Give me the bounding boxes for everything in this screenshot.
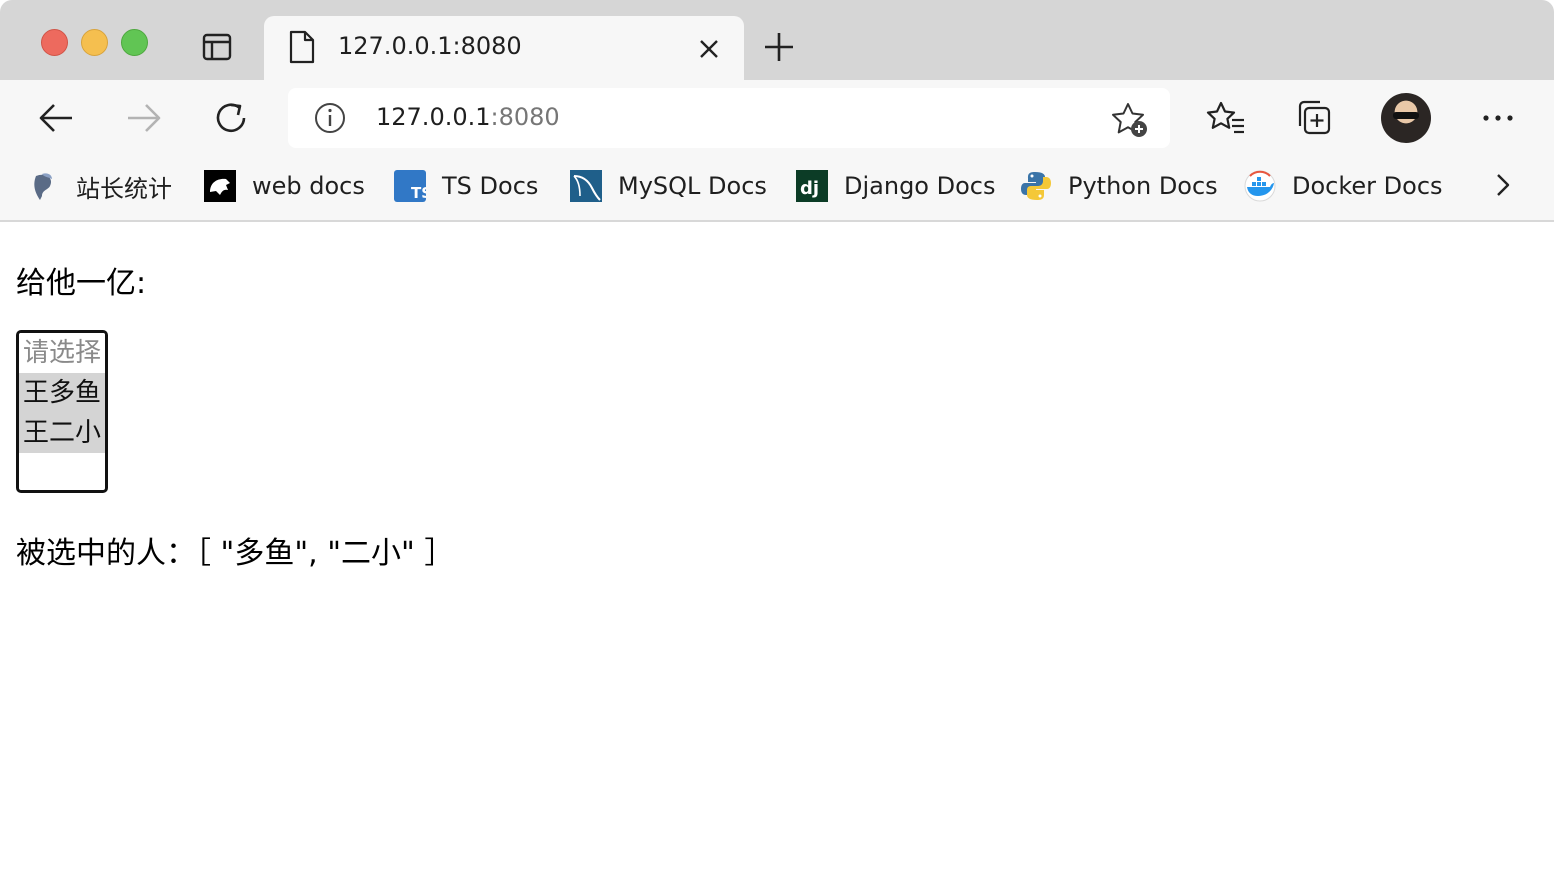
bookmark-label: MySQL Docs: [618, 172, 767, 200]
collections-icon[interactable]: [1292, 96, 1336, 140]
url-port: :8080: [490, 103, 560, 131]
close-window-button[interactable]: [41, 29, 68, 56]
cnzz-icon: [34, 173, 52, 200]
new-tab-button[interactable]: [760, 28, 798, 66]
bookmark-label: web docs: [252, 172, 365, 200]
bookmark-label: TS Docs: [442, 172, 539, 200]
more-options-icon[interactable]: [1476, 96, 1520, 140]
profile-avatar[interactable]: [1381, 93, 1431, 143]
tab-title: 127.0.0.1:8080: [338, 32, 522, 60]
select-option-wang-duoyu[interactable]: 王多鱼: [19, 373, 105, 413]
navigation-toolbar: 127.0.0.1:8080: [0, 80, 1554, 156]
close-tab-icon[interactable]: [696, 36, 722, 62]
minimize-window-button[interactable]: [81, 29, 108, 56]
bookmark-django-docs[interactable]: dj Django Docs: [796, 168, 995, 204]
bookmark-mysql-docs[interactable]: MySQL Docs: [570, 168, 767, 204]
favorites-icon[interactable]: [1204, 96, 1248, 140]
person-multi-select[interactable]: 请选择 王多鱼 王二小: [16, 330, 108, 493]
django-icon: dj: [796, 170, 828, 202]
bookmark-python-docs[interactable]: Python Docs: [1020, 168, 1218, 204]
bookmark-ts-docs[interactable]: TS TS Docs: [394, 168, 538, 204]
mysql-icon: [570, 170, 602, 202]
url-text[interactable]: 127.0.0.1:8080: [376, 103, 560, 131]
bookmark-label: Python Docs: [1068, 172, 1218, 200]
svg-text:dj: dj: [800, 178, 819, 199]
svg-text:TS: TS: [411, 184, 426, 202]
mdn-icon: [204, 170, 236, 202]
active-tab[interactable]: 127.0.0.1:8080: [264, 16, 744, 80]
refresh-button[interactable]: [210, 96, 254, 140]
bookmark-label: Django Docs: [844, 172, 996, 200]
bookmark-cnzz[interactable]: 站长统计: [28, 168, 172, 204]
page-icon: [288, 30, 316, 64]
docker-icon: [1244, 170, 1276, 202]
browser-window: 127.0.0.1:8080 127.0.0.1:8080 站长统计 web d…: [0, 0, 1554, 872]
back-button[interactable]: [34, 96, 78, 140]
forward-button[interactable]: [122, 96, 166, 140]
prompt-label: 给他一亿:: [16, 266, 147, 301]
bookmarks-bar: 站长统计 web docs TS TS Docs MySQL Docs: [0, 156, 1554, 222]
url-host: 127.0.0.1: [376, 103, 491, 131]
bookmark-label: 站长统计: [76, 174, 172, 203]
select-option-wang-erxiao[interactable]: 王二小: [19, 413, 105, 453]
typescript-icon: TS: [394, 170, 426, 202]
site-info-icon[interactable]: [314, 102, 346, 134]
address-bar[interactable]: 127.0.0.1:8080: [288, 88, 1170, 148]
maximize-window-button[interactable]: [121, 29, 148, 56]
bookmark-web-docs[interactable]: web docs: [204, 168, 365, 204]
bookmark-docker-docs[interactable]: Docker Docs: [1244, 168, 1443, 204]
tab-actions-icon[interactable]: [200, 30, 234, 64]
select-option-placeholder[interactable]: 请选择: [19, 333, 105, 373]
python-icon: [1021, 172, 1051, 200]
page-content: 给他一亿: 请选择 王多鱼 王二小 被选中的人：［ "多鱼", "二小" ］: [0, 222, 1554, 872]
selected-people-text: 被选中的人：［ "多鱼", "二小" ］: [16, 536, 455, 571]
add-favorite-icon[interactable]: [1110, 100, 1150, 140]
chevron-right-icon[interactable]: [1488, 170, 1518, 200]
bookmark-label: Docker Docs: [1292, 172, 1443, 200]
tab-strip: 127.0.0.1:8080: [0, 0, 1554, 80]
